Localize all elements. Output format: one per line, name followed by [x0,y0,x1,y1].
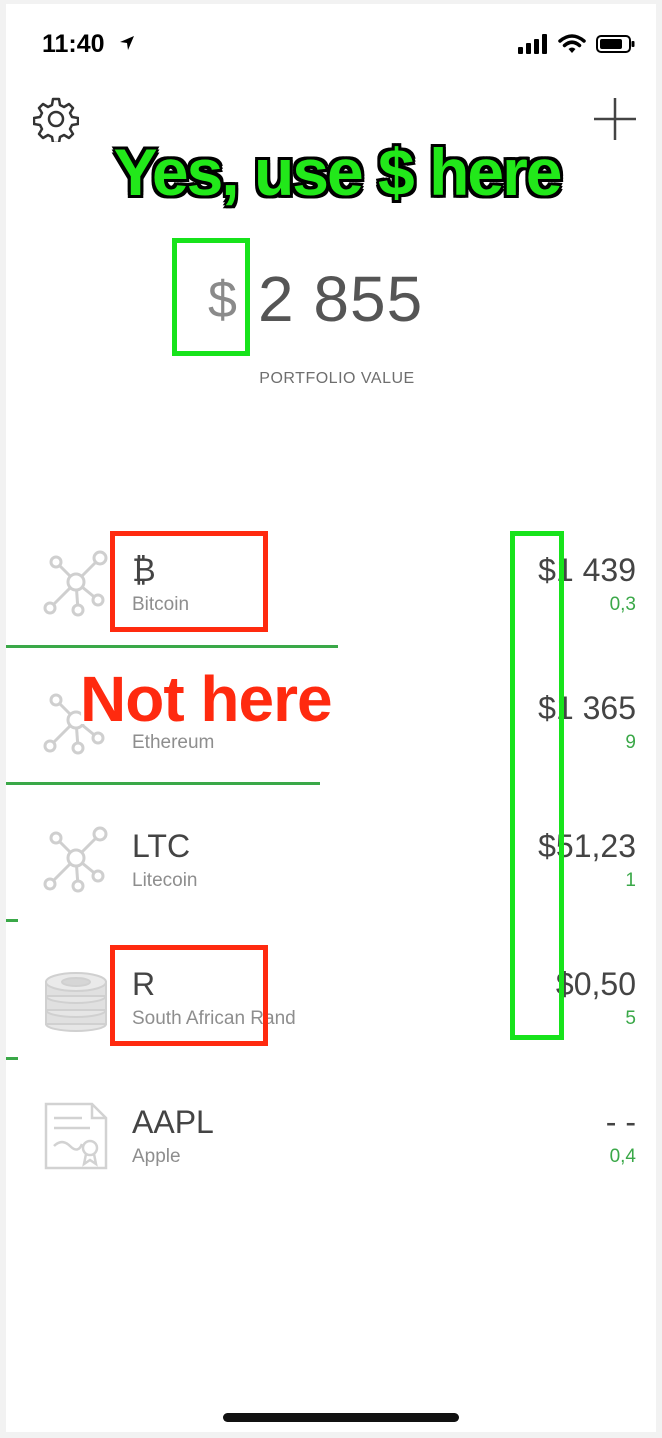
asset-name: Apple [132,1146,181,1167]
asset-quantity: 5 [625,1008,636,1029]
network-node-icon [43,550,108,617]
row-separator [6,919,18,922]
asset-quantity: 0,4 [609,1146,636,1167]
annotation-no: Not here [80,663,333,735]
location-arrow-icon [120,36,134,50]
network-node-icon [43,826,108,893]
certificate-icon [44,1102,108,1170]
asset-symbol: LTC [132,828,191,864]
asset-name: Litecoin [132,870,198,891]
portfolio-amount: 2 855 [258,263,424,335]
annotation-yes: Yes, use $ here [113,135,563,209]
highlight-box-correct [510,531,564,1040]
asset-symbol: AAPL [132,1104,214,1140]
signal-icon [518,34,547,54]
row-separator [6,782,320,785]
row-separator [6,645,338,648]
wifi-icon [558,34,586,53]
home-indicator[interactable] [223,1413,459,1422]
asset-value: - - [605,1104,636,1140]
highlight-box-correct [172,238,250,356]
portfolio-label: PORTFOLIO VALUE [259,370,415,387]
status-time: 11:40 [42,30,105,58]
asset-row-apple[interactable]: AAPL Apple - - 0,4 [6,1090,656,1210]
status-indicators [518,34,636,54]
asset-quantity: 9 [625,732,636,753]
highlight-box-incorrect [110,531,268,632]
asset-quantity: 1 [625,870,636,891]
battery-icon [596,35,635,53]
highlight-box-incorrect [110,945,268,1046]
app-screen: 11:40 $ 2 855 PORTFOLIO VALUE ₿ Bitcoin … [6,4,656,1432]
asset-quantity: 0,3 [609,594,636,615]
asset-value: $0,50 [555,966,636,1002]
row-separator [6,1057,18,1060]
coin-stack-icon [45,972,107,1032]
